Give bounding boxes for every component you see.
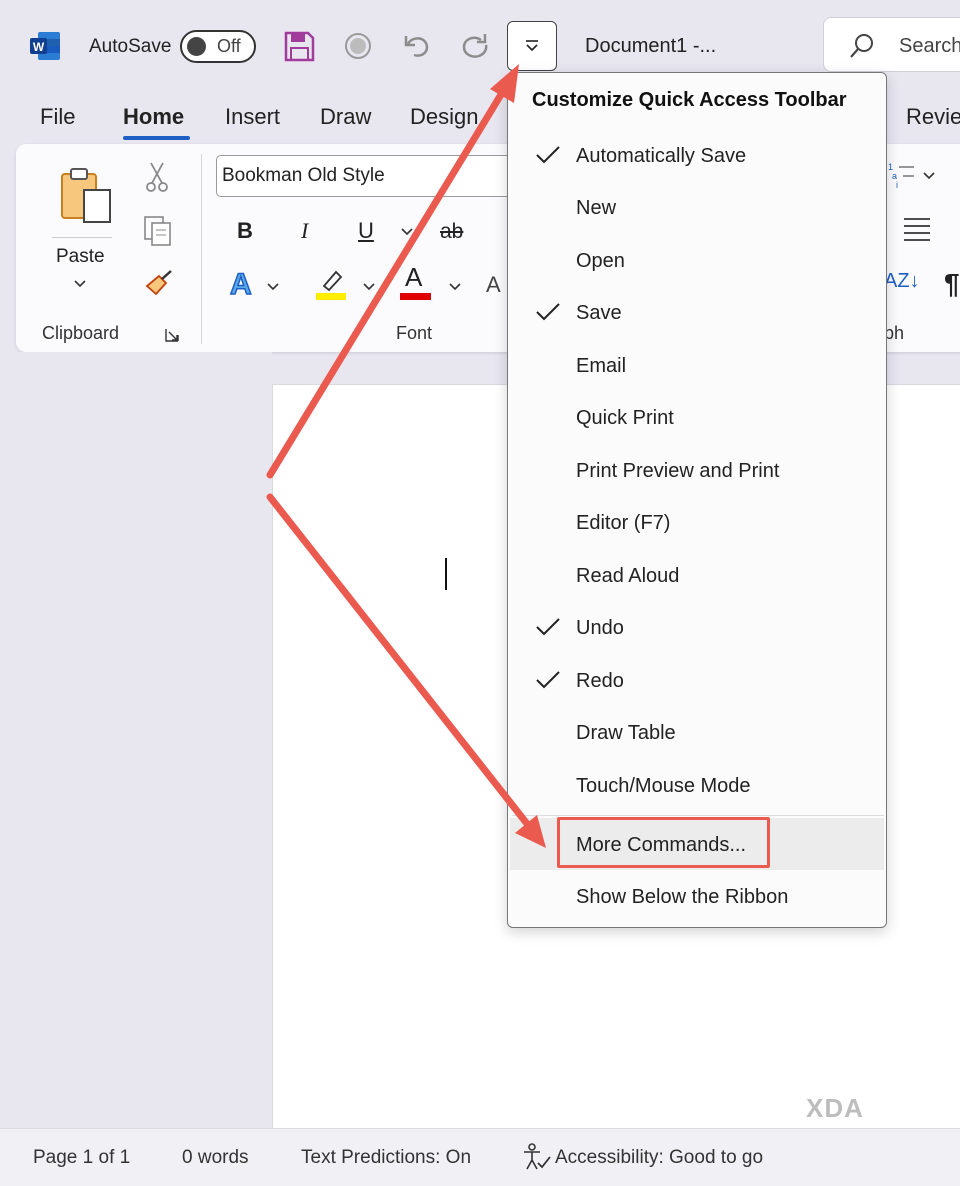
search-label: Search — [899, 35, 960, 57]
show-formatting-button[interactable]: ¶ — [944, 268, 960, 300]
menu-item-redo[interactable]: Redo — [510, 656, 884, 708]
change-case-button[interactable]: A — [486, 272, 501, 298]
status-bar — [0, 1128, 960, 1186]
toggle-knob — [187, 37, 206, 56]
menu-item-label: Automatically Save — [576, 145, 747, 167]
menu-item-label: Editor (F7) — [576, 512, 671, 534]
tab-insert[interactable]: Insert — [225, 104, 280, 130]
autosave-toggle[interactable]: Off — [180, 30, 256, 63]
underline-chevron-icon[interactable] — [400, 225, 414, 243]
svg-text:W: W — [33, 40, 45, 54]
paste-icon[interactable] — [58, 166, 114, 229]
menu-item-label: Show Below the Ribbon — [576, 886, 789, 908]
autosave-state: Off — [217, 36, 241, 56]
svg-text:i: i — [896, 180, 898, 190]
highlight-chevron-icon[interactable] — [362, 280, 376, 298]
menu-item-show-below-ribbon[interactable]: Show Below the Ribbon — [510, 872, 884, 924]
undo-icon[interactable] — [398, 28, 434, 64]
menu-item-print-preview[interactable]: Print Preview and Print — [510, 446, 884, 498]
search-icon — [850, 34, 873, 58]
sort-button[interactable]: AZ↓ — [884, 270, 920, 293]
copy-icon[interactable] — [142, 214, 174, 251]
checkmark-icon — [536, 146, 560, 164]
document-background — [0, 352, 272, 1128]
accessibility-icon — [522, 1143, 552, 1176]
menu-item-editor[interactable]: Editor (F7) — [510, 498, 884, 550]
font-color-chevron-icon[interactable] — [448, 280, 462, 298]
menu-item-open[interactable]: Open — [510, 236, 884, 288]
active-tab-indicator — [123, 136, 190, 140]
tab-file[interactable]: File — [40, 104, 75, 130]
paste-divider — [52, 237, 112, 238]
checkmark-icon — [536, 618, 560, 636]
paste-label[interactable]: Paste — [56, 246, 105, 268]
menu-item-label: Email — [576, 355, 627, 377]
word-logo-icon: W — [30, 32, 60, 60]
tab-draw[interactable]: Draw — [320, 104, 371, 130]
menu-item-label: Redo — [576, 670, 624, 692]
menu-item-label: Draw Table — [576, 722, 676, 744]
checkmark-icon — [536, 303, 560, 321]
clipboard-group-label: Clipboard — [42, 323, 120, 343]
text-cursor — [445, 558, 447, 590]
search-box[interactable]: Search — [823, 17, 960, 72]
menu-item-automatically-save[interactable]: Automatically Save — [510, 131, 884, 183]
font-group-label: Font — [396, 323, 433, 343]
word-count[interactable]: 0 words — [182, 1147, 249, 1169]
strikethrough-button[interactable]: ab — [440, 220, 463, 244]
menu-item-read-aloud[interactable]: Read Aloud — [510, 551, 884, 603]
highlighter-icon[interactable] — [314, 266, 348, 305]
save-icon[interactable] — [281, 28, 317, 64]
multilevel-list-icon[interactable]: 1 a i — [886, 160, 938, 195]
menu-title: Customize Quick Access Toolbar — [532, 89, 847, 111]
xda-watermark: XDA — [806, 1093, 864, 1123]
bold-button[interactable]: B — [237, 218, 253, 244]
menu-item-quick-print[interactable]: Quick Print — [510, 393, 884, 445]
menu-separator — [512, 815, 884, 816]
font-name-box[interactable]: Bookman Old Style — [216, 155, 526, 197]
accessibility-status[interactable]: Accessibility: Good to go — [555, 1147, 763, 1169]
italic-button[interactable]: I — [301, 218, 308, 244]
menu-item-draw-table[interactable]: Draw Table — [510, 708, 884, 760]
menu-item-label: Read Aloud — [576, 565, 680, 587]
underline-button[interactable]: U — [358, 218, 374, 244]
menu-item-label: Save — [576, 302, 622, 324]
text-effects-chevron-icon[interactable] — [266, 280, 280, 298]
touch-mode-icon[interactable] — [340, 28, 376, 64]
format-painter-icon[interactable] — [143, 268, 175, 305]
menu-item-label: Undo — [576, 617, 624, 639]
paragraph-group-label: ph — [884, 323, 905, 343]
page-count[interactable]: Page 1 of 1 — [33, 1147, 130, 1169]
font-color-swatch — [400, 293, 431, 300]
font-color-button[interactable]: A — [405, 262, 422, 293]
text-effects-button[interactable]: A — [229, 267, 252, 302]
autosave-label: AutoSave — [89, 36, 172, 57]
menu-item-label: Open — [576, 250, 625, 272]
customize-qat-button[interactable] — [507, 21, 557, 71]
menu-item-touch-mouse-mode[interactable]: Touch/Mouse Mode — [510, 761, 884, 813]
cut-icon[interactable] — [144, 161, 170, 198]
tab-review[interactable]: Revie — [906, 104, 960, 130]
text-predictions-status[interactable]: Text Predictions: On — [301, 1147, 471, 1169]
justify-icon[interactable] — [902, 216, 932, 247]
menu-item-undo[interactable]: Undo — [510, 603, 884, 655]
menu-item-label: Print Preview and Print — [576, 460, 780, 482]
annotation-highlight-box — [557, 817, 770, 868]
redo-icon[interactable] — [457, 28, 493, 64]
font-name-value: Bookman Old Style — [222, 165, 385, 186]
chevron-down-icon — [526, 40, 538, 52]
paste-chevron-icon[interactable] — [72, 277, 88, 295]
tab-design[interactable]: Design — [410, 104, 478, 130]
menu-item-email[interactable]: Email — [510, 341, 884, 393]
menu-item-label: Touch/Mouse Mode — [576, 775, 751, 797]
menu-item-label: Quick Print — [576, 407, 674, 429]
document-title: Document1 -... — [585, 35, 717, 57]
dialog-launcher-icon[interactable] — [164, 327, 180, 348]
menu-item-new[interactable]: New — [510, 183, 884, 235]
tab-home[interactable]: Home — [123, 104, 184, 130]
menu-item-label: New — [576, 197, 617, 219]
checkmark-icon — [536, 671, 560, 689]
menu-item-save[interactable]: Save — [510, 288, 884, 340]
group-separator — [201, 154, 202, 344]
